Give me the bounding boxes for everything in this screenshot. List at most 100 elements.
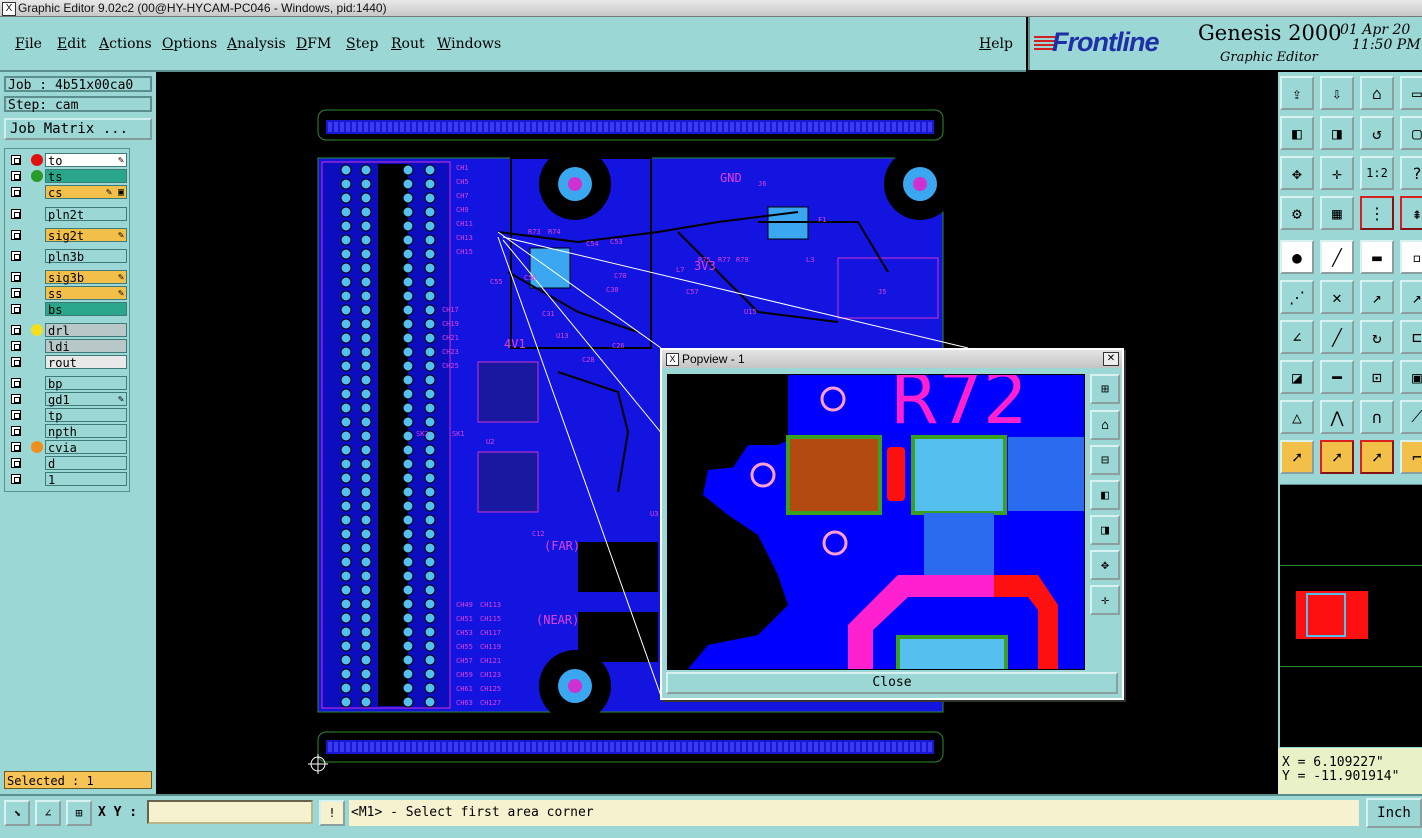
layer-name[interactable]: ldi	[45, 339, 127, 354]
slope-icon[interactable]: ⟋	[1400, 400, 1422, 434]
layer-name[interactable]: bp	[45, 376, 127, 391]
job-matrix-button[interactable]: Job Matrix ...	[4, 118, 152, 140]
layer-checkbox[interactable]	[11, 187, 21, 197]
layer-name[interactable]: rout	[45, 355, 127, 370]
layer-name[interactable]: gd1 ✎	[45, 392, 127, 407]
grid-icon[interactable]: ▦	[1320, 196, 1354, 230]
layer-checkbox[interactable]	[11, 155, 21, 165]
popview-zoom-in-button[interactable]: ⊞	[1090, 374, 1120, 404]
layer-row-cs[interactable]: cs ✎ ▣	[9, 185, 129, 200]
measure-ruler-icon[interactable]: ▬	[1360, 240, 1394, 274]
line-edit-icon[interactable]: ╱	[1320, 320, 1354, 354]
popview-canvas[interactable]: R72	[667, 374, 1085, 670]
layer-checkbox[interactable]	[11, 251, 21, 261]
zoom-out-icon[interactable]: ⇩	[1320, 76, 1354, 110]
add-feature-icon[interactable]: ●	[1280, 240, 1314, 274]
select-polygon-icon[interactable]: ➚	[1360, 440, 1394, 474]
menu-analysis[interactable]: Analysis	[227, 36, 286, 52]
snap-pad-icon[interactable]: ⋮	[1360, 196, 1394, 230]
split-line-icon[interactable]: ━	[1320, 360, 1354, 394]
layer-name[interactable]: pln2t	[45, 207, 127, 222]
layer-row-pln3b[interactable]: pln3b	[9, 249, 129, 264]
layer-checkbox[interactable]	[11, 325, 21, 335]
grid-snap-icon[interactable]: ⊞	[66, 800, 92, 826]
pad-shape-icon[interactable]: ▣	[1400, 360, 1422, 394]
bracket-icon[interactable]: ⊏	[1400, 320, 1422, 354]
zoom-box-icon[interactable]: ▭	[1400, 76, 1422, 110]
layer-name[interactable]: 1	[45, 472, 127, 487]
rotate-icon[interactable]: ↺	[1360, 116, 1394, 150]
layer-row-pln2t[interactable]: pln2t	[9, 207, 129, 222]
menu-dfm[interactable]: DFM	[296, 36, 331, 52]
layer-checkbox[interactable]	[11, 304, 21, 314]
surface-icon[interactable]: ▫	[1400, 240, 1422, 274]
connect-nodes-icon[interactable]: ⋰	[1280, 280, 1314, 314]
layer-name[interactable]: d	[45, 456, 127, 471]
layer-name[interactable]: drl	[45, 323, 127, 338]
layer-row-to[interactable]: to ✎	[9, 153, 129, 168]
xy-input[interactable]	[147, 800, 313, 824]
menu-windows[interactable]: Windows	[437, 36, 501, 52]
popview-fit-button[interactable]: ✥	[1090, 550, 1120, 580]
home-icon[interactable]: ⌂	[1360, 76, 1394, 110]
layer-row-ss[interactable]: ss ✎	[9, 286, 129, 301]
menu-rout[interactable]: Rout	[391, 36, 425, 52]
question-icon[interactable]: ?	[1400, 156, 1422, 190]
pan-left-icon[interactable]: ◧	[1280, 116, 1314, 150]
layer-name[interactable]: bs	[45, 302, 127, 317]
layer-checkbox[interactable]	[11, 272, 21, 282]
layer-row-drl[interactable]: drl	[9, 323, 129, 338]
menu-step[interactable]: Step	[346, 36, 378, 52]
draw-line-icon[interactable]: ╱	[1320, 240, 1354, 274]
layer-row-ts[interactable]: ts	[9, 169, 129, 184]
popview-pan-left-button[interactable]: ◧	[1090, 480, 1120, 510]
dimension-icon[interactable]: ⊡	[1360, 360, 1394, 394]
layer-row-npth[interactable]: npth	[9, 424, 129, 439]
layer-name[interactable]: ts	[45, 169, 127, 184]
layer-name[interactable]: sig2t ✎	[45, 228, 127, 243]
layer-checkbox[interactable]	[11, 171, 21, 181]
snap-line-icon[interactable]: ⇞	[1400, 196, 1422, 230]
center-icon[interactable]: ✛	[1320, 156, 1354, 190]
fit-screen-icon[interactable]: ✥	[1280, 156, 1314, 190]
layer-checkbox[interactable]	[11, 474, 21, 484]
popview-center-button[interactable]: ✛	[1090, 585, 1120, 615]
pad-add-icon[interactable]: ◪	[1280, 360, 1314, 394]
layer-checkbox[interactable]	[11, 288, 21, 298]
peak-icon[interactable]: ⋀	[1320, 400, 1354, 434]
layer-name[interactable]: sig3b ✎	[45, 270, 127, 285]
arc-icon[interactable]: ↻	[1360, 320, 1394, 354]
layer-checkbox[interactable]	[11, 426, 21, 436]
move-node-icon[interactable]: ↗	[1360, 280, 1394, 314]
layer-checkbox[interactable]	[11, 458, 21, 468]
alert-icon[interactable]: !	[319, 800, 345, 826]
layer-name[interactable]: cvia	[45, 440, 127, 455]
layer-row-cvia[interactable]: cvia	[9, 440, 129, 455]
popview-close-button[interactable]: Close	[666, 672, 1118, 694]
layer-row-1[interactable]: 1	[9, 472, 129, 487]
layer-name[interactable]: to ✎	[45, 153, 127, 168]
popview-pan-right-button[interactable]: ◨	[1090, 515, 1120, 545]
layer-checkbox[interactable]	[11, 442, 21, 452]
stretch-icon[interactable]: ↗	[1400, 280, 1422, 314]
layer-row-sig3b[interactable]: sig3b ✎	[9, 270, 129, 285]
popview-close-icon[interactable]: ✕	[1103, 352, 1119, 366]
pan-right-icon[interactable]: ◨	[1320, 116, 1354, 150]
select-arrow-icon[interactable]: ➚	[1280, 440, 1314, 474]
snap-corner-icon[interactable]: ⬊	[4, 800, 30, 826]
layer-checkbox[interactable]	[11, 341, 21, 351]
layer-name[interactable]: tp	[45, 408, 127, 423]
popview-zoom-home-button[interactable]: ⌂	[1090, 410, 1120, 440]
layer-row-d[interactable]: d	[9, 456, 129, 471]
layer-name[interactable]: cs ✎ ▣	[45, 185, 127, 200]
angle-snap-icon[interactable]: ∠	[35, 800, 61, 826]
select-step-icon[interactable]: ⌐	[1400, 440, 1422, 474]
popview-zoom-out-button[interactable]: ⊟	[1090, 445, 1120, 475]
menu-file[interactable]: File	[15, 36, 42, 52]
select-box-icon[interactable]: ➚	[1320, 440, 1354, 474]
delete-node-icon[interactable]: ✕	[1320, 280, 1354, 314]
arch-icon[interactable]: ∩	[1360, 400, 1394, 434]
menu-options[interactable]: Options	[162, 36, 217, 52]
overview-minimap[interactable]	[1280, 484, 1422, 747]
layer-name[interactable]: npth	[45, 424, 127, 439]
